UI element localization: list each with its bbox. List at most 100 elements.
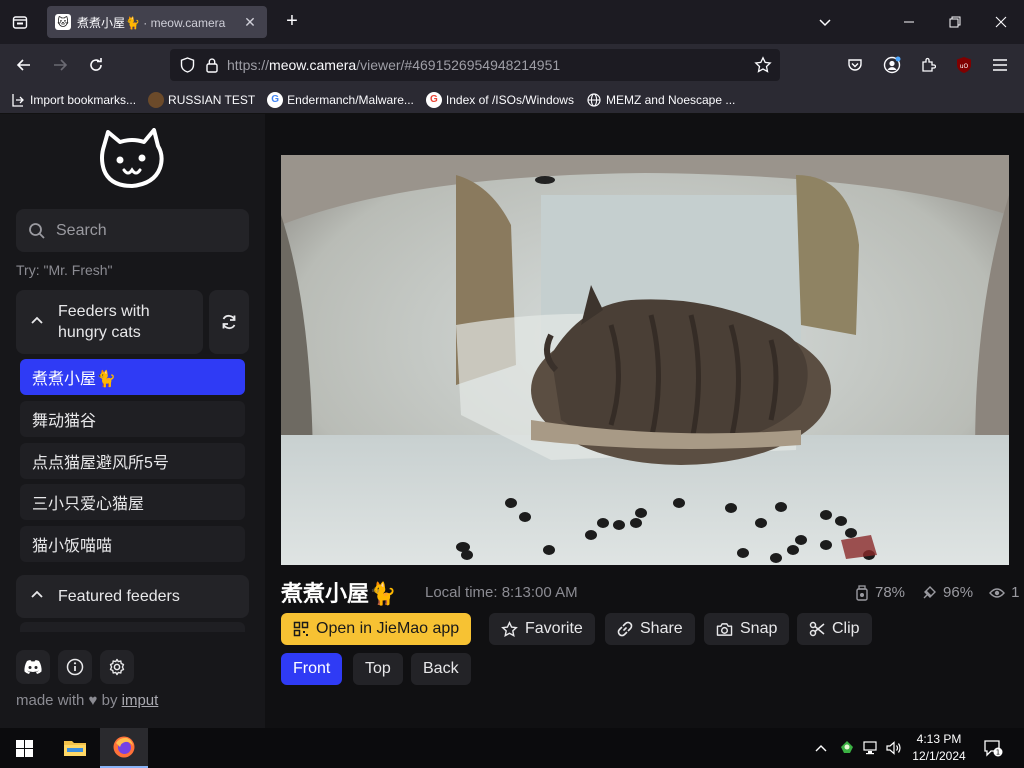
bookmark-label: RUSSIAN TEST xyxy=(168,92,256,107)
viewer-count-value: 1 xyxy=(1011,584,1020,601)
account-icon[interactable] xyxy=(879,52,905,78)
tab-site: · meow.camera xyxy=(139,15,226,30)
favorite-button[interactable]: Favorite xyxy=(489,613,595,645)
food-jar-icon xyxy=(856,584,868,601)
group-hungry-cats-line1: Feeders with xyxy=(58,303,150,320)
back-arrow-icon[interactable] xyxy=(9,50,39,80)
windows-logo-icon xyxy=(15,739,33,757)
camera-icon xyxy=(716,622,733,637)
google-icon: G xyxy=(425,91,442,108)
clip-button[interactable]: Clip xyxy=(797,613,872,645)
qr-code-icon xyxy=(293,621,309,637)
tray-overflow-icon[interactable] xyxy=(815,728,829,768)
url-path: /viewer/#4691526954948214951 xyxy=(356,57,561,73)
feeder-label: 猫小饭喵喵 xyxy=(32,538,113,555)
shield-icon[interactable] xyxy=(180,57,195,73)
firefox-button[interactable] xyxy=(100,728,148,768)
sidebar: Search Try: "Mr. Fresh" Feeders with hung… xyxy=(0,114,265,728)
refresh-button[interactable] xyxy=(209,290,249,354)
tab-list-icon[interactable] xyxy=(0,0,40,44)
settings-button[interactable] xyxy=(100,650,134,684)
meow-camera-logo-icon[interactable] xyxy=(98,128,168,192)
share-button[interactable]: Share xyxy=(605,613,695,645)
ublock-origin-icon[interactable]: uO xyxy=(951,52,977,78)
search-placeholder: Search xyxy=(56,221,107,239)
new-tab-button[interactable]: + xyxy=(280,10,304,34)
start-button[interactable] xyxy=(0,728,48,768)
feeder-item-active[interactable]: 煮煮小屋🐈 xyxy=(20,359,245,395)
camera-back-label: Back xyxy=(423,660,459,677)
feeder-item[interactable]: 舞动猫谷 xyxy=(20,401,245,437)
snap-label: Snap xyxy=(740,620,778,637)
feeder-item[interactable]: 点点猫屋避风所5号 xyxy=(20,443,245,479)
viewer-count: 1 xyxy=(989,584,1024,601)
close-window-button[interactable] xyxy=(978,0,1024,44)
reload-icon[interactable] xyxy=(81,50,111,80)
camera-video[interactable] xyxy=(281,155,1009,565)
discord-icon xyxy=(24,660,42,674)
pocket-icon[interactable] xyxy=(842,52,868,78)
bookmark-label: Endermanch/Malware... xyxy=(287,92,414,107)
google-icon: G xyxy=(267,91,284,108)
group-hungry-cats-toggle[interactable]: Feeders with hungry cats xyxy=(16,290,203,354)
minimize-button[interactable] xyxy=(886,0,932,44)
bookmark-import[interactable]: Import bookmarks... xyxy=(10,92,136,108)
info-button[interactable] xyxy=(58,650,92,684)
tab-close-icon[interactable]: ✕ xyxy=(241,14,259,31)
signal-level-value: 96% xyxy=(943,584,974,601)
camera-name: 煮煮小屋🐈 xyxy=(281,581,397,606)
svg-text:uO: uO xyxy=(960,63,969,70)
lock-icon[interactable] xyxy=(205,57,219,73)
chevron-down-icon[interactable] xyxy=(802,0,848,44)
open-app-button[interactable]: Open in JieMao app xyxy=(281,613,472,645)
bookmark-memz[interactable]: MEMZ and Noescape ... xyxy=(586,92,735,108)
taskbar-clock[interactable]: 4:13 PM 12/1/2024 xyxy=(900,731,978,765)
bookmark-endermanch[interactable]: G Endermanch/Malware... xyxy=(267,91,414,108)
scissors-icon xyxy=(809,621,825,637)
signal-level: 96% xyxy=(921,584,981,601)
feeder-item[interactable]: 三小只爱心猫屋 xyxy=(20,484,245,520)
bookmark-isos[interactable]: G Index of /ISOs/Windows xyxy=(425,91,574,108)
discord-button[interactable] xyxy=(16,650,50,684)
search-input[interactable]: Search xyxy=(16,209,249,252)
firefox-icon xyxy=(113,736,135,758)
file-explorer-button[interactable] xyxy=(51,728,99,768)
search-icon xyxy=(29,222,45,239)
bookmarks-toolbar: Import bookmarks... RUSSIAN TEST G Ender… xyxy=(0,86,1024,114)
feeder-item[interactable]: 猫小饭喵喵 xyxy=(20,526,245,562)
author-link[interactable]: imput xyxy=(122,692,159,709)
url-host: meow.camera xyxy=(269,57,357,73)
menu-hamburger-icon[interactable] xyxy=(987,52,1013,78)
viewer-main: 煮煮小屋🐈 Local time: 8:13:00 AM 78% 96% 1 O… xyxy=(265,114,1024,728)
clip-label: Clip xyxy=(832,620,860,637)
restore-button[interactable] xyxy=(932,0,978,44)
made-by-text: by xyxy=(101,692,118,709)
tray-app-icon[interactable] xyxy=(838,728,856,768)
url-bar[interactable]: https://meow.camera/viewer/#469152695494… xyxy=(170,49,780,81)
made-with-text: made with xyxy=(16,692,85,709)
camera-front-button[interactable]: Front xyxy=(281,653,343,685)
info-icon xyxy=(66,658,84,676)
tab-title: 煮煮小屋🐈 · meow.camera xyxy=(77,14,241,31)
camera-top-button[interactable]: Top xyxy=(353,653,403,685)
notification-center-icon[interactable]: 1 xyxy=(983,728,1003,768)
clock-date: 12/1/2024 xyxy=(912,749,966,763)
group-featured-toggle[interactable]: Featured feeders xyxy=(16,575,249,618)
network-icon[interactable] xyxy=(862,728,880,768)
bookmark-label: MEMZ and Noescape ... xyxy=(605,92,736,107)
browser-tab[interactable]: 🐱 煮煮小屋🐈 · meow.camera ✕ xyxy=(47,6,267,38)
star-icon xyxy=(501,620,518,638)
bookmark-star-icon[interactable] xyxy=(754,56,772,74)
camera-back-button[interactable]: Back xyxy=(411,653,471,685)
extensions-icon[interactable] xyxy=(915,52,941,78)
bookmark-russian-test[interactable]: RUSSIAN TEST xyxy=(148,91,256,108)
feeder-item-partial[interactable] xyxy=(20,622,245,632)
heart-icon: ♥ xyxy=(88,692,98,709)
eye-icon xyxy=(989,587,1005,598)
snap-button[interactable]: Snap xyxy=(704,613,790,645)
feeder-label: 三小只爱心猫屋 xyxy=(32,496,145,513)
gear-icon xyxy=(109,658,125,676)
feeder-label: 点点猫屋避风所5号 xyxy=(32,455,169,472)
forward-arrow-icon[interactable] xyxy=(45,50,75,80)
favorite-label: Favorite xyxy=(525,620,583,637)
